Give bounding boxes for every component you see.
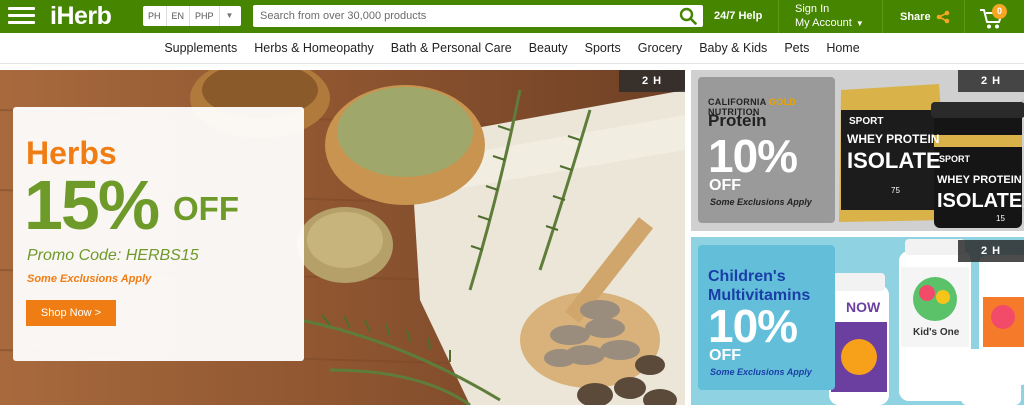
search-input[interactable]	[253, 5, 673, 27]
tub-label-15: 15	[996, 214, 1005, 223]
header-divider	[964, 0, 965, 33]
multivitamin-offer-card: Children's Multivitamins 10% OFF Some Ex…	[698, 245, 835, 390]
share-label: Share	[900, 11, 931, 23]
logo[interactable]: iHerb	[50, 2, 112, 31]
nav-item-bath-personal-care[interactable]: Bath & Personal Care	[391, 41, 512, 55]
nav-item-home[interactable]: Home	[826, 41, 859, 55]
hero-discount-off: OFF	[173, 190, 239, 227]
account-menu[interactable]: Sign In My Account ▼	[795, 2, 864, 31]
search-icon	[679, 7, 697, 25]
share-button[interactable]: Share	[900, 10, 950, 24]
pack-label-whey: WHEY PROTEIN	[847, 132, 940, 146]
hero-discount-percent: 15%	[24, 166, 160, 244]
promo-product-name: Protein	[708, 111, 767, 130]
promo-exclusions: Some Exclusions Apply	[710, 197, 812, 207]
search-bar	[253, 5, 703, 27]
bottle-label-kids-one: Kid's One	[913, 327, 960, 338]
cart-count-badge: 0	[992, 4, 1007, 19]
locale-selector[interactable]: PH EN PHP ▼	[143, 6, 241, 26]
shop-now-button[interactable]: Shop Now >	[26, 300, 116, 326]
hero-offer-card: Herbs 15% OFF Promo Code: HERBS15 Some E…	[13, 107, 304, 361]
promo-exclusions: Some Exclusions Apply	[710, 367, 812, 377]
promo-discount-percent: 10%	[708, 300, 798, 352]
share-icon	[936, 10, 949, 24]
currency-code: PHP	[190, 6, 220, 26]
nav-item-herbs-homeopathy[interactable]: Herbs & Homeopathy	[254, 41, 374, 55]
header-divider	[778, 0, 779, 33]
nav-item-supplements[interactable]: Supplements	[164, 41, 237, 55]
nav-item-beauty[interactable]: Beauty	[529, 41, 568, 55]
pack-label-isolate: ISOLATE	[847, 148, 941, 173]
time-tag: 2 H	[958, 70, 1024, 92]
brand-prefix: CALIFORNIA	[708, 97, 767, 107]
time-tag: 2 H	[958, 240, 1024, 262]
nav-item-baby-kids[interactable]: Baby & Kids	[699, 41, 767, 55]
hero-exclusions: Some Exclusions Apply	[27, 273, 152, 285]
hero-banner-herbs[interactable]: 2 H Herbs 15% OFF Promo Code: HERBS15 So…	[0, 70, 685, 405]
nav-item-pets[interactable]: Pets	[784, 41, 809, 55]
category-nav: Supplements Herbs & Homeopathy Bath & Pe…	[0, 33, 1024, 64]
cart-button[interactable]: 0	[979, 4, 1009, 30]
my-account-label: My Account	[795, 17, 852, 29]
promo-discount-off: OFF	[709, 347, 741, 364]
nav-item-sports[interactable]: Sports	[585, 41, 621, 55]
my-account-link[interactable]: My Account ▼	[795, 16, 864, 31]
search-button[interactable]	[673, 5, 703, 27]
tub-label-sport: SPORT	[939, 154, 971, 164]
bottle-label-now: NOW	[846, 299, 881, 315]
promo-discount-off: OFF	[709, 177, 741, 194]
menu-icon[interactable]	[8, 6, 35, 26]
tub-label-isolate: ISOLATE	[937, 190, 1023, 212]
country-code: PH	[143, 6, 167, 26]
promo-discount-percent: 10%	[708, 130, 798, 182]
nav-item-grocery[interactable]: Grocery	[638, 41, 682, 55]
hero-promo-code: Promo Code: HERBS15	[27, 247, 199, 264]
language-code: EN	[167, 6, 191, 26]
tub-label-whey: WHEY PROTEIN	[937, 174, 1022, 186]
top-bar: iHerb PH EN PHP ▼ 24/7 Help Sign In My A…	[0, 0, 1024, 33]
promo-banner-protein[interactable]: SPORT WHEY PROTEIN ISOLATE 75 SPORT WHEY…	[691, 70, 1024, 231]
chevron-down-icon: ▼	[855, 19, 864, 28]
chevron-down-icon: ▼	[225, 11, 234, 20]
help-link[interactable]: 24/7 Help	[714, 10, 762, 22]
sign-in-link[interactable]: Sign In	[795, 2, 864, 16]
protein-offer-card: CALIFORNIA GOLD NUTRITION Protein 10% OF…	[698, 77, 835, 223]
brand-gold: GOLD	[768, 97, 797, 107]
time-tag: 2 H	[619, 70, 685, 92]
promo-banner-multivitamins[interactable]: NOW Kid's One 2 H Children's Multivitami…	[691, 237, 1024, 405]
header-divider	[882, 0, 883, 33]
pack-label-75: 75	[891, 186, 900, 195]
pack-label-sport: SPORT	[849, 116, 884, 127]
